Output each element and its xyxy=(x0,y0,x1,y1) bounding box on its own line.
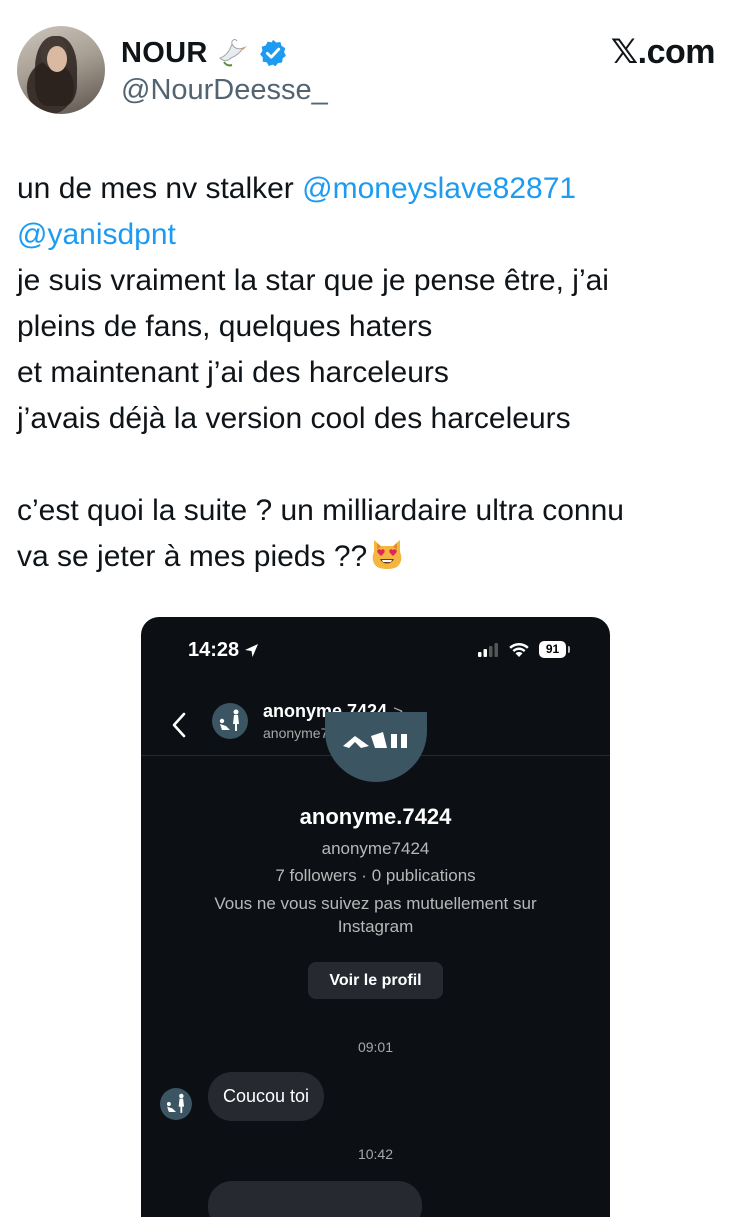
message-bubble[interactable]: Coucou toi xyxy=(208,1072,325,1121)
status-time-group: 14:28 xyxy=(188,639,260,662)
contact-avatar[interactable] xyxy=(212,703,248,739)
mutual-follow-notice: Vous ne vous suivez pas mutuellement sur… xyxy=(214,894,537,936)
profile-name: anonyme.7424 xyxy=(299,804,452,829)
message-bubble-partial[interactable] xyxy=(208,1181,422,1217)
dove-icon xyxy=(218,39,247,67)
view-profile-button[interactable]: Voir le profil xyxy=(308,962,443,999)
author-handle[interactable]: @NourDeesse_ xyxy=(121,74,328,107)
verified-badge-icon xyxy=(259,39,286,67)
heart-eyes-cat-icon xyxy=(372,540,402,569)
author-name[interactable]: NOUR xyxy=(121,37,208,70)
cell-signal-icon xyxy=(478,643,498,657)
location-arrow-icon xyxy=(245,644,259,657)
tweet-text: un de mes nv stalker @moneyslave82871 @y… xyxy=(17,166,737,580)
x-logo[interactable]: 𝕏.com xyxy=(611,32,716,72)
tweet-line-2: @yanisdpnt xyxy=(17,212,737,258)
kneeling-figures-icon xyxy=(219,709,239,731)
tweet-line-1-text: un de mes nv stalker xyxy=(17,172,303,205)
tweet-line-7: c’est quoi la suite ? un milliardaire ul… xyxy=(17,494,624,527)
tweet-line-5: et maintenant j’ai des harceleurs xyxy=(17,356,449,389)
status-bar: 14:28 91 xyxy=(141,617,610,685)
tweet-line-1: un de mes nv stalker @moneyslave82871 xyxy=(17,166,737,212)
back-arrow-icon[interactable] xyxy=(171,711,187,739)
status-time: 14:28 xyxy=(188,639,240,661)
profile-username: anonyme7424 xyxy=(321,839,430,858)
author-avatar[interactable] xyxy=(17,26,105,114)
kneeling-figures-icon xyxy=(166,1093,184,1113)
mention-link[interactable]: @moneyslave82871 xyxy=(302,172,576,205)
mention-link[interactable]: @yanisdpnt xyxy=(17,218,176,251)
tweet-line-3: je suis vraiment la star que je pense êt… xyxy=(17,264,609,297)
avatar-face xyxy=(47,46,67,72)
tweet-line-6: j’avais déjà la version cool des harcele… xyxy=(17,402,571,435)
embedded-screenshot[interactable]: 14:28 91 anonyme.7424 > anonyme7424 anon… xyxy=(141,617,610,1217)
battery-indicator: 91 xyxy=(539,641,570,658)
tweet-line-4: pleins de fans, quelques haters xyxy=(17,310,433,343)
tweet-line-8: va se jeter à mes pieds ?? xyxy=(17,534,737,580)
profile-stats: 7 followers · 0 publications xyxy=(275,866,476,885)
message-timestamp: 09:01 xyxy=(357,1039,394,1055)
wifi-icon xyxy=(509,643,529,657)
tweet-line-8-text: va se jeter à mes pieds ?? xyxy=(17,540,368,573)
author-name-row: NOUR xyxy=(121,36,288,70)
profile-avatar-icon xyxy=(343,732,407,748)
profile-avatar[interactable] xyxy=(325,712,427,782)
message-timestamp: 10:42 xyxy=(357,1146,394,1162)
message-sender-avatar[interactable] xyxy=(160,1088,192,1120)
